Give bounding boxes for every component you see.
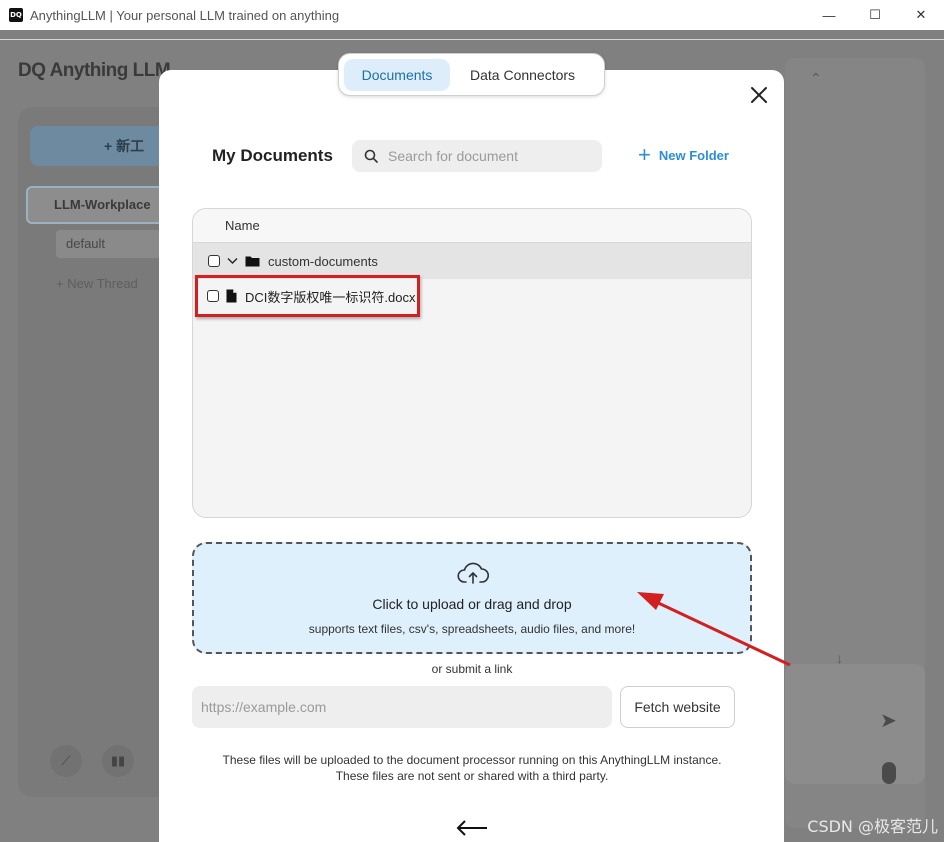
new-folder-label: New Folder [658,147,729,163]
upload-subtitle: supports text files, csv's, spreadsheets… [308,622,636,636]
upload-notice: These files will be uploaded to the docu… [192,752,752,784]
search-icon [364,149,378,163]
search-bar [352,140,602,172]
back-arrow-icon[interactable] [455,818,489,838]
maximize-button[interactable]: ☐ [852,0,898,30]
new-folder-button[interactable]: + New Folder [638,142,729,167]
thread-item-default: default [56,230,166,258]
new-workspace-button: + 新工 [30,126,170,166]
scroll-down-icon: ↓ [836,650,843,666]
cloud-upload-icon [457,562,489,584]
submit-link-label: or submit a link [431,662,513,676]
upload-title: Click to upload or drag and drop [372,596,572,612]
app-logo-icon: DQ [9,8,23,22]
microphone-icon [882,762,896,784]
tab-documents[interactable]: Documents [344,58,450,91]
close-icon[interactable] [748,84,770,106]
chat-input-area [785,664,925,784]
send-icon: ➤ [880,710,897,732]
chevron-up-icon: ⌃ [810,70,822,86]
docs-book-icon: ▮▮ [102,745,134,777]
url-input[interactable] [192,686,612,728]
close-window-button[interactable]: ✕ [898,0,944,30]
new-thread-link: + New Thread [56,276,138,291]
community-icon: ⟋ [50,745,82,777]
folder-row[interactable]: custom-documents [193,243,751,279]
document-list: Name custom-documents DCI数字版权唯一标识符.docx [192,208,752,518]
folder-checkbox[interactable] [208,255,220,267]
watermark: CSDN @极客范儿 [807,817,938,836]
window-controls: — ☐ ✕ [806,0,944,30]
plus-icon: + [638,142,651,167]
page-title: My Documents [212,146,333,165]
annotation-highlight-box [195,275,420,317]
tab-data-connectors[interactable]: Data Connectors [458,59,587,91]
notice-line-2: These files are not sent or shared with … [335,769,609,783]
chevron-down-icon[interactable] [227,257,238,265]
notice-line-1: These files will be uploaded to the docu… [222,753,722,767]
search-input[interactable] [388,148,588,164]
app-logo: DQ Anything LLM [18,60,171,81]
workspace-item: LLM-Workplace [26,186,166,224]
folder-name: custom-documents [268,253,378,269]
minimize-button[interactable]: — [806,0,852,30]
column-header-name: Name [193,209,751,243]
fetch-website-button[interactable]: Fetch website [620,686,735,728]
modal-tab-bar: Documents Data Connectors [338,53,605,96]
upload-dropzone[interactable]: Click to upload or drag and drop support… [192,542,752,654]
folder-icon [245,256,260,267]
divider [0,39,944,40]
window-title: AnythingLLM | Your personal LLM trained … [30,7,340,23]
window-titlebar: DQ AnythingLLM | Your personal LLM train… [0,0,944,30]
